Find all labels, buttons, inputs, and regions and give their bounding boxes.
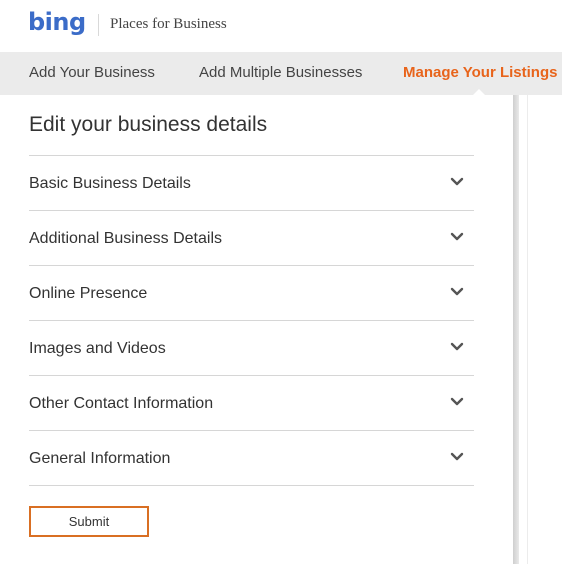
nav-manage-your-listings[interactable]: Manage Your Listings bbox=[403, 64, 557, 82]
bing-logo[interactable]: bing bbox=[28, 7, 86, 37]
nav-add-multiple-businesses[interactable]: Add Multiple Businesses bbox=[199, 64, 362, 82]
page-title: Edit your business details bbox=[29, 113, 268, 136]
chevron-down-icon bbox=[450, 177, 464, 186]
section-label: Basic Business Details bbox=[29, 175, 191, 192]
header-divider bbox=[98, 14, 99, 36]
section-other-contact-information[interactable]: Other Contact Information bbox=[29, 375, 474, 430]
section-label: Additional Business Details bbox=[29, 230, 222, 247]
chevron-down-icon bbox=[450, 232, 464, 241]
nav-add-your-business[interactable]: Add Your Business bbox=[29, 64, 155, 82]
panel-edge bbox=[527, 95, 528, 564]
section-general-information[interactable]: General Information bbox=[29, 430, 474, 486]
section-label: Other Contact Information bbox=[29, 395, 214, 412]
side-gutter bbox=[513, 95, 562, 564]
panel-shadow bbox=[513, 95, 519, 564]
section-online-presence[interactable]: Online Presence bbox=[29, 265, 474, 320]
section-label: Online Presence bbox=[29, 285, 148, 302]
submit-button[interactable]: Submit bbox=[29, 506, 149, 537]
active-tab-caret bbox=[473, 89, 485, 95]
chevron-down-icon bbox=[450, 342, 464, 351]
section-label: General Information bbox=[29, 450, 171, 467]
site-header: bing Places for Business bbox=[0, 0, 562, 52]
chevron-down-icon bbox=[450, 452, 464, 461]
section-additional-business-details[interactable]: Additional Business Details bbox=[29, 210, 474, 265]
section-images-and-videos[interactable]: Images and Videos bbox=[29, 320, 474, 375]
chevron-down-icon bbox=[450, 287, 464, 296]
product-name: Places for Business bbox=[110, 16, 227, 32]
section-label: Images and Videos bbox=[29, 340, 166, 357]
section-basic-business-details[interactable]: Basic Business Details bbox=[29, 155, 474, 210]
chevron-down-icon bbox=[450, 397, 464, 406]
details-accordion: Basic Business Details Additional Busine… bbox=[29, 155, 474, 486]
